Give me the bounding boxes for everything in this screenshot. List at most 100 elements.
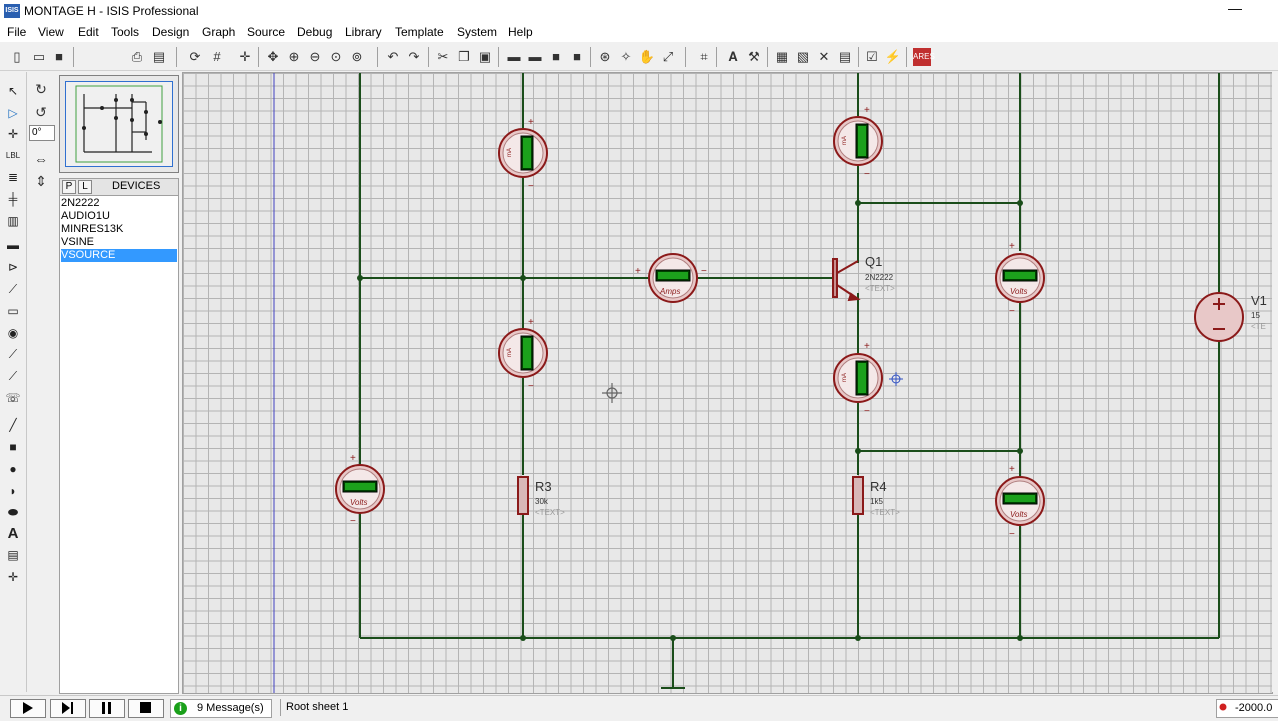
virtual-instrument-icon[interactable]: ☏	[4, 389, 22, 407]
line-icon[interactable]: ╱	[4, 416, 22, 434]
block-rotate-icon[interactable]: ■	[547, 48, 565, 66]
open-icon[interactable]: ▭	[30, 48, 48, 66]
stop-button[interactable]	[128, 699, 164, 718]
netlist-to-ares-icon[interactable]: ⚡	[884, 48, 902, 66]
property-assignment-icon[interactable]: ⚒	[745, 48, 763, 66]
rotate-anticlockwise-icon[interactable]: ↺	[31, 103, 51, 121]
bus-icon[interactable]: ╪	[4, 190, 22, 208]
save-icon[interactable]: ■	[50, 48, 68, 66]
make-device-icon[interactable]: ✧	[617, 48, 635, 66]
list-item[interactable]: MINRES13K	[61, 223, 177, 236]
component-icon[interactable]: ▷	[4, 104, 22, 122]
r4-text: <TEXT>	[870, 508, 900, 517]
list-item[interactable]: VSINE	[61, 236, 177, 249]
generator-icon[interactable]: ◉	[4, 324, 22, 342]
block-copy-icon[interactable]: ▬	[505, 48, 523, 66]
terminal-icon[interactable]: ▬	[4, 236, 22, 254]
current-probe-icon[interactable]: ⟋	[4, 367, 22, 385]
decompose-icon[interactable]: ⤢	[659, 48, 677, 66]
box-icon[interactable]: ■	[4, 438, 22, 456]
redo-icon[interactable]: ↷	[405, 48, 423, 66]
messages-indicator[interactable]: i 9 Message(s)	[170, 699, 272, 718]
arc-icon[interactable]: ◗	[4, 482, 22, 500]
sheet-indicator: Root sheet 1	[280, 699, 1211, 716]
print-icon[interactable]: ⎙	[128, 48, 146, 66]
search-tag-icon[interactable]: 𝐀	[724, 48, 742, 66]
undo-icon[interactable]: ↶	[384, 48, 402, 66]
list-item[interactable]: AUDIO1U	[61, 210, 177, 223]
menu-design[interactable]: Design	[152, 25, 189, 39]
list-item[interactable]: 2N2222	[61, 197, 177, 210]
remove-sheet-icon[interactable]: ▧	[794, 48, 812, 66]
zoom-out-icon[interactable]: ⊖	[306, 48, 324, 66]
mirror-vertical-icon[interactable]: ⇕	[31, 172, 51, 190]
menu-source[interactable]: Source	[247, 25, 285, 39]
pick-devices-button[interactable]: P	[62, 180, 76, 194]
wire-autorouter-icon[interactable]: ⌗	[695, 48, 713, 66]
marker-icon[interactable]: ✛	[4, 568, 22, 586]
zoom-in-icon[interactable]: ⊕	[285, 48, 303, 66]
list-item-selected[interactable]: VSOURCE	[61, 249, 177, 262]
coordinate-display: -2000.0	[1216, 699, 1278, 718]
package-icon[interactable]: ✋	[638, 48, 656, 66]
device-pin-icon[interactable]: ⊳	[4, 258, 22, 276]
menu-debug[interactable]: Debug	[297, 25, 332, 39]
device-list[interactable]: 2N2222 AUDIO1U MINRES13K VSINE VSOURCE	[59, 195, 179, 694]
print-setup-icon[interactable]: ▤	[150, 48, 168, 66]
tape-recorder-icon[interactable]: ▭	[4, 302, 22, 320]
voltage-probe-icon[interactable]: ⟋	[4, 345, 22, 363]
mirror-horizontal-icon[interactable]: ⇔	[31, 150, 51, 168]
closed-path-icon[interactable]: ⬬	[4, 503, 22, 521]
menu-graph[interactable]: Graph	[202, 25, 235, 39]
menu-library[interactable]: Library	[345, 25, 382, 39]
exit-to-parent-icon[interactable]: ✕	[815, 48, 833, 66]
menu-tools[interactable]: Tools	[111, 25, 139, 39]
graph-icon[interactable]: ⟋	[4, 280, 22, 298]
subcircuit-icon[interactable]: ▥	[4, 212, 22, 230]
zoom-area-icon[interactable]: ⊚	[348, 48, 366, 66]
schematic-canvas[interactable]: mA mA mA mA + − + − + − + − Amps + − Vol…	[182, 72, 1273, 694]
new-icon[interactable]: ▯	[8, 48, 26, 66]
overview-window[interactable]	[59, 75, 179, 173]
play-button[interactable]	[10, 699, 46, 718]
pin-minus-label: −	[1009, 306, 1015, 317]
minimize-button[interactable]: —	[1224, 0, 1246, 22]
overview-viewport[interactable]	[65, 81, 173, 167]
bill-of-materials-icon[interactable]: ▤	[836, 48, 854, 66]
menu-system[interactable]: System	[457, 25, 497, 39]
menu-help[interactable]: Help	[508, 25, 533, 39]
refresh-icon[interactable]: ⟳	[186, 48, 204, 66]
menu-view[interactable]: View	[38, 25, 64, 39]
pick-device-icon[interactable]: ⊛	[596, 48, 614, 66]
rotation-angle-field[interactable]: 0°	[29, 125, 55, 141]
zoom-all-icon[interactable]: ⊙	[327, 48, 345, 66]
electrical-rule-check-icon[interactable]: ☑	[863, 48, 881, 66]
rotate-clockwise-icon[interactable]: ↻	[31, 80, 51, 98]
circle-icon[interactable]: ●	[4, 460, 22, 478]
text-icon[interactable]: A	[4, 525, 22, 543]
messages-count: 9 Message(s)	[197, 702, 264, 714]
ammeter-unit-label: Amps	[659, 287, 680, 296]
block-delete-icon[interactable]: ■	[568, 48, 586, 66]
symbol-icon[interactable]: ▤	[4, 546, 22, 564]
select-icon[interactable]: ↖	[4, 82, 22, 100]
new-sheet-icon[interactable]: ▦	[773, 48, 791, 66]
grid-icon[interactable]: #	[208, 48, 226, 66]
pause-button[interactable]	[89, 699, 125, 718]
library-manager-button[interactable]: L	[78, 180, 92, 194]
block-move-icon[interactable]: ▬	[526, 48, 544, 66]
copy-icon[interactable]: ❐	[455, 48, 473, 66]
junction-icon[interactable]: ✛	[4, 125, 22, 143]
paste-icon[interactable]: ▣	[476, 48, 494, 66]
cut-icon[interactable]: ✂	[434, 48, 452, 66]
pan-icon[interactable]: ✥	[264, 48, 282, 66]
step-button[interactable]	[50, 699, 86, 718]
menu-file[interactable]: File	[7, 25, 26, 39]
menu-edit[interactable]: Edit	[78, 25, 99, 39]
menu-template[interactable]: Template	[395, 25, 444, 39]
text-script-icon[interactable]: ≣	[4, 168, 22, 186]
vertical-scrollbar[interactable]	[1272, 72, 1278, 692]
origin-icon[interactable]: ✛	[236, 48, 254, 66]
wire-label-icon[interactable]: LBL	[4, 147, 22, 165]
ares-icon[interactable]: ARES	[913, 48, 935, 66]
